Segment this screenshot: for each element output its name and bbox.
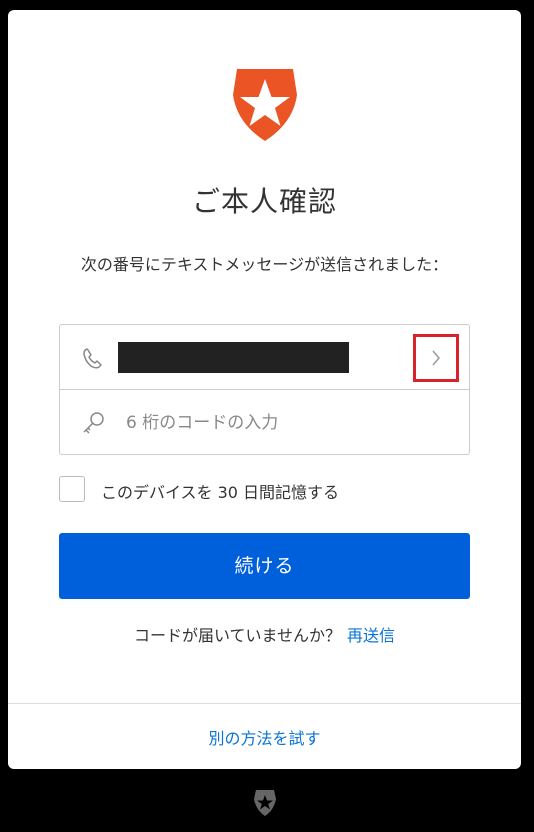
page-title: ご本人確認	[191, 185, 337, 218]
masked-phone-number	[118, 342, 349, 373]
resend-link[interactable]: 再送信	[347, 626, 395, 645]
instruction-text: 次の番号にテキストメッセージが送信されました：	[80, 255, 449, 274]
verification-form	[59, 324, 470, 455]
code-row	[60, 390, 469, 455]
resend-prompt: コードが届いていませんか？	[133, 626, 342, 645]
login-card: ご本人確認 次の番号にテキストメッセージが送信されました： 6 桁のコードの入力…	[8, 10, 521, 769]
change-phone-button[interactable]	[413, 334, 459, 382]
try-another-method-link[interactable]: 別の方法を試す	[8, 725, 521, 749]
remember-device-label[interactable]: このデバイスを 30 日間記憶する	[101, 479, 339, 503]
phone-icon	[80, 345, 106, 371]
code-input[interactable]	[126, 406, 446, 440]
continue-button[interactable]: 続ける	[59, 533, 470, 599]
resend-line: コードが届いていませんか？ 再送信	[8, 622, 521, 646]
divider	[8, 703, 521, 704]
auth0-shield-star-icon	[229, 65, 301, 145]
remember-device-checkbox[interactable]	[59, 476, 85, 502]
key-icon	[80, 410, 106, 436]
phone-row	[60, 325, 469, 390]
auth0-badge-icon	[253, 788, 277, 818]
chevron-right-icon	[432, 350, 440, 366]
